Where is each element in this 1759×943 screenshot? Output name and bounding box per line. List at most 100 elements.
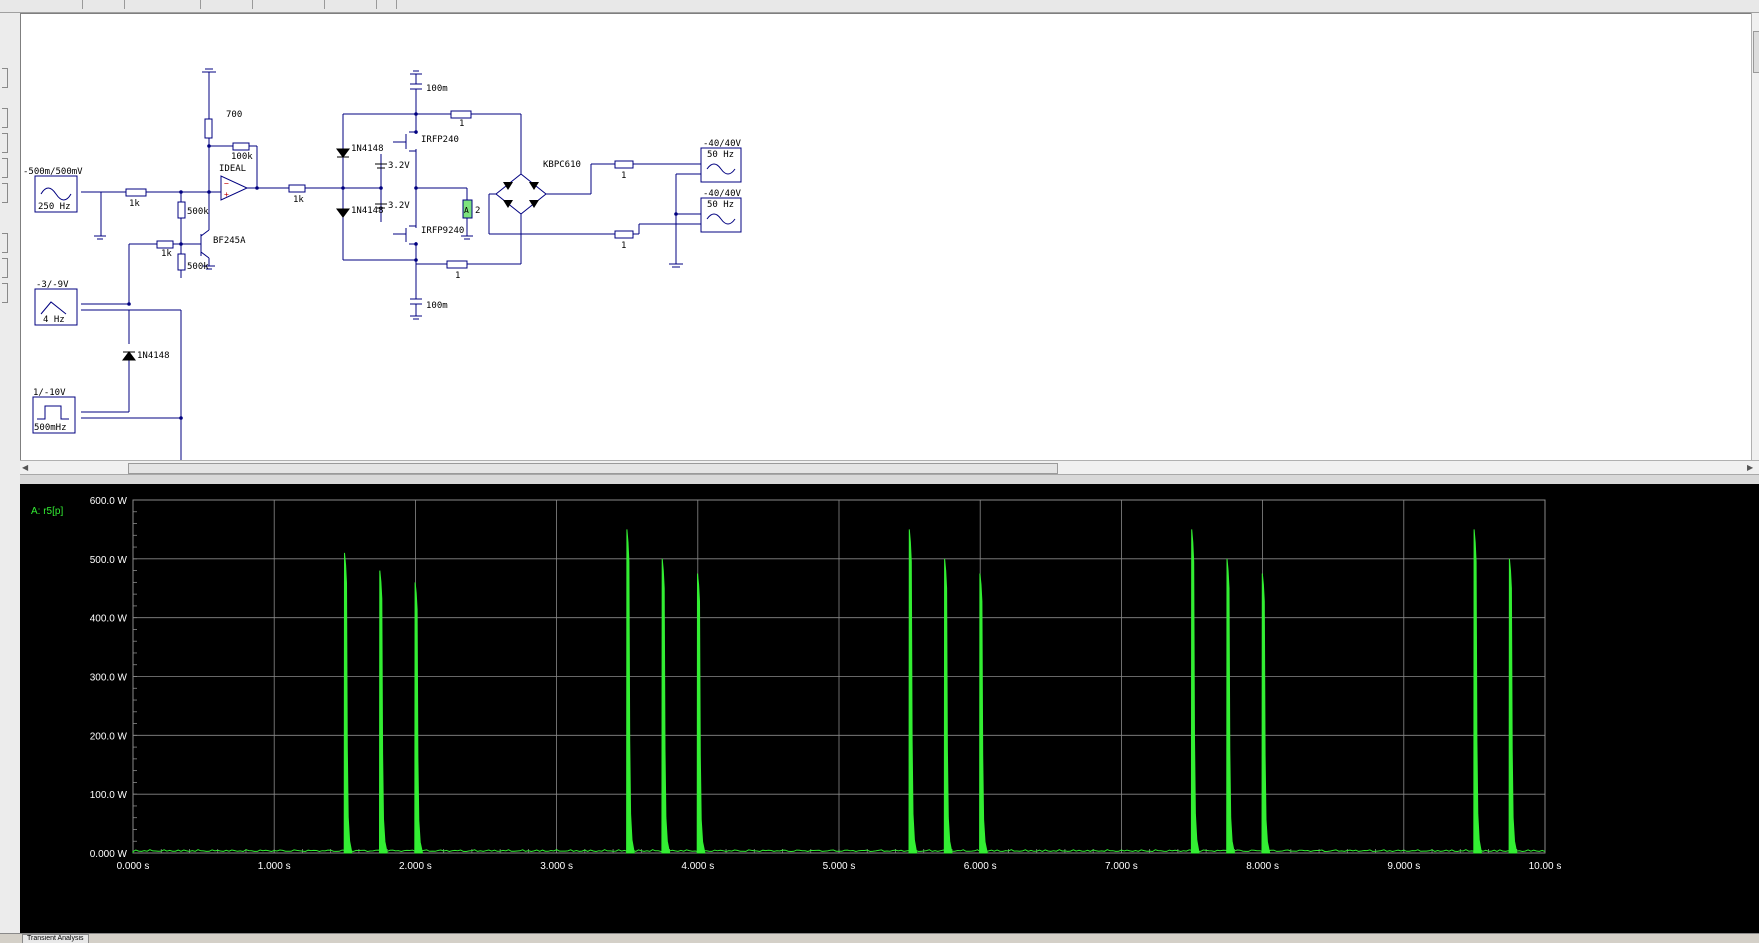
toolstrip-button[interactable]: [2, 108, 8, 128]
resistor-500k-bottom[interactable]: [177, 253, 186, 271]
vertical-scrollbar[interactable]: [1751, 13, 1759, 460]
r-mains-bottom-value: 1: [621, 241, 626, 251]
x-tick-label: 8.000 s: [1246, 861, 1279, 872]
toolstrip-button[interactable]: [2, 283, 8, 303]
cap-bottom-value: 100m: [426, 301, 448, 311]
toolstrip-button[interactable]: [2, 258, 8, 278]
power-pulse: [414, 582, 424, 854]
bridge-rectifier[interactable]: [495, 173, 547, 215]
x-tick-label: 2.000 s: [399, 861, 432, 872]
power-pulse: [1190, 529, 1200, 854]
mains-bottom-frequency-label: 50 Hz: [707, 200, 734, 210]
mains-top-frequency-label: 50 Hz: [707, 150, 734, 160]
toolstrip-button[interactable]: [2, 158, 8, 178]
y-tick-label: 200.0 W: [90, 731, 128, 742]
opamp-label: IDEAL: [219, 164, 246, 174]
toolbar-button[interactable]: [126, 0, 201, 9]
sawtooth-frequency-label: 4 Hz: [43, 315, 65, 325]
plot-panel[interactable]: A: r5[p] 0.000 s 1.000 s 2.000 s 3.000 s 4.0…: [20, 484, 1759, 933]
toolstrip-button[interactable]: [2, 183, 8, 203]
resistor-gate[interactable]: [156, 240, 174, 249]
r-drain-bottom-value: 1: [455, 271, 460, 281]
trace-label: A: r5[p]: [31, 506, 63, 517]
power-pulse: [1261, 573, 1271, 854]
scroll-right-icon[interactable]: ▶: [1747, 463, 1753, 472]
power-pulse: [979, 573, 988, 854]
toolstrip-button[interactable]: [2, 233, 8, 253]
diode-left-icon[interactable]: [122, 351, 136, 361]
resistor-700[interactable]: [204, 118, 213, 139]
x-tick-label: 10.00 s: [1529, 861, 1562, 872]
scroll-left-icon[interactable]: ◀: [22, 463, 28, 472]
resistor-100k[interactable]: [232, 142, 250, 151]
x-tick-label: 9.000 s: [1387, 861, 1420, 872]
nmos-label: IRFP240: [421, 135, 459, 145]
sine-amplitude-label: -500m/500mV: [23, 167, 83, 177]
resistor-mains-top[interactable]: [614, 160, 634, 169]
x-tick-label: 0.000 s: [117, 861, 150, 872]
y-tick-label: 300.0 W: [90, 673, 128, 684]
horizontal-scrollbar[interactable]: ◀ ▶: [20, 460, 1759, 475]
left-toolstrip: [0, 13, 21, 941]
power-pulse: [943, 558, 953, 854]
r-mains-top-value: 1: [621, 171, 626, 181]
r500k-top-value: 500k: [187, 207, 209, 217]
bias-top-label: 3.2V: [388, 161, 410, 171]
power-pulse: [1508, 558, 1518, 854]
pulse-frequency-label: 500mHz: [34, 423, 67, 433]
toolbar-button[interactable]: [380, 0, 397, 9]
resistor-drain-bottom[interactable]: [446, 260, 468, 269]
resistor-500k-top[interactable]: [177, 201, 186, 219]
sawtooth-amplitude-label: -3/-9V: [36, 280, 69, 290]
toolstrip-button[interactable]: [2, 68, 8, 88]
diode-top-label: 1N4148: [351, 144, 384, 154]
bias-bottom-label: 3.2V: [388, 201, 410, 211]
diode-bottom-icon[interactable]: [336, 208, 350, 218]
x-tick-label: 4.000 s: [681, 861, 714, 872]
mains-top-amplitude-label: -40/40V: [703, 139, 742, 149]
horizontal-scroll-thumb[interactable]: [128, 463, 1058, 474]
resistors: [125, 110, 634, 271]
x-tick-label: 5.000 s: [823, 861, 856, 872]
schematic-canvas[interactable]: − + -500m/500mV 250 Hz -3/-9V 4 Hz 1/-10…: [20, 13, 1753, 462]
resistor-out[interactable]: [288, 184, 306, 193]
r-gate-value: 1k: [161, 249, 172, 259]
toolbar-button[interactable]: [202, 0, 253, 9]
toolbar: [0, 0, 1759, 13]
toolbar-button[interactable]: [326, 0, 377, 9]
r-drain-top-value: 1: [459, 119, 464, 129]
power-pulse: [626, 529, 635, 854]
bridge-label: KBPC610: [543, 160, 581, 170]
toolbar-button[interactable]: [0, 0, 83, 9]
x-tick-label: 1.000 s: [258, 861, 291, 872]
diode-top-icon[interactable]: [336, 148, 350, 158]
pulse-amplitude-label: 1/-10V: [33, 388, 66, 398]
r-load-value: 2: [475, 206, 480, 216]
r100k-value: 100k: [231, 152, 253, 162]
toolbar-button[interactable]: [254, 0, 325, 9]
power-pulse: [696, 573, 706, 854]
y-tick-label: 600.0 W: [90, 496, 128, 507]
y-tick-label: 400.0 W: [90, 614, 128, 625]
power-pulse: [1226, 558, 1236, 854]
y-tick-label: 500.0 W: [90, 555, 128, 566]
opamp-symbol[interactable]: − +: [220, 175, 249, 201]
power-pulse: [378, 570, 388, 854]
pmos-label: IRFP9240: [421, 226, 464, 236]
resistor-in[interactable]: [125, 188, 147, 197]
diode-left-label: 1N4148: [137, 351, 170, 361]
resistor-drain-top[interactable]: [450, 110, 472, 119]
vertical-scroll-thumb[interactable]: [1753, 31, 1759, 73]
r-load-tag: A: [464, 206, 469, 215]
resistor-mains-bottom[interactable]: [614, 230, 634, 239]
toolbar-button[interactable]: [84, 0, 125, 9]
y-tick-label: 0.000 W: [90, 849, 128, 860]
r-in-value: 1k: [129, 199, 140, 209]
power-pulse: [1473, 529, 1483, 854]
analysis-tab[interactable]: Transient Analysis: [22, 934, 89, 943]
toolstrip-button[interactable]: [2, 133, 8, 153]
r-out-value: 1k: [293, 195, 304, 205]
r500k-bottom-value: 500k: [187, 262, 209, 272]
power-pulse: [661, 558, 671, 854]
wires: [81, 68, 701, 461]
